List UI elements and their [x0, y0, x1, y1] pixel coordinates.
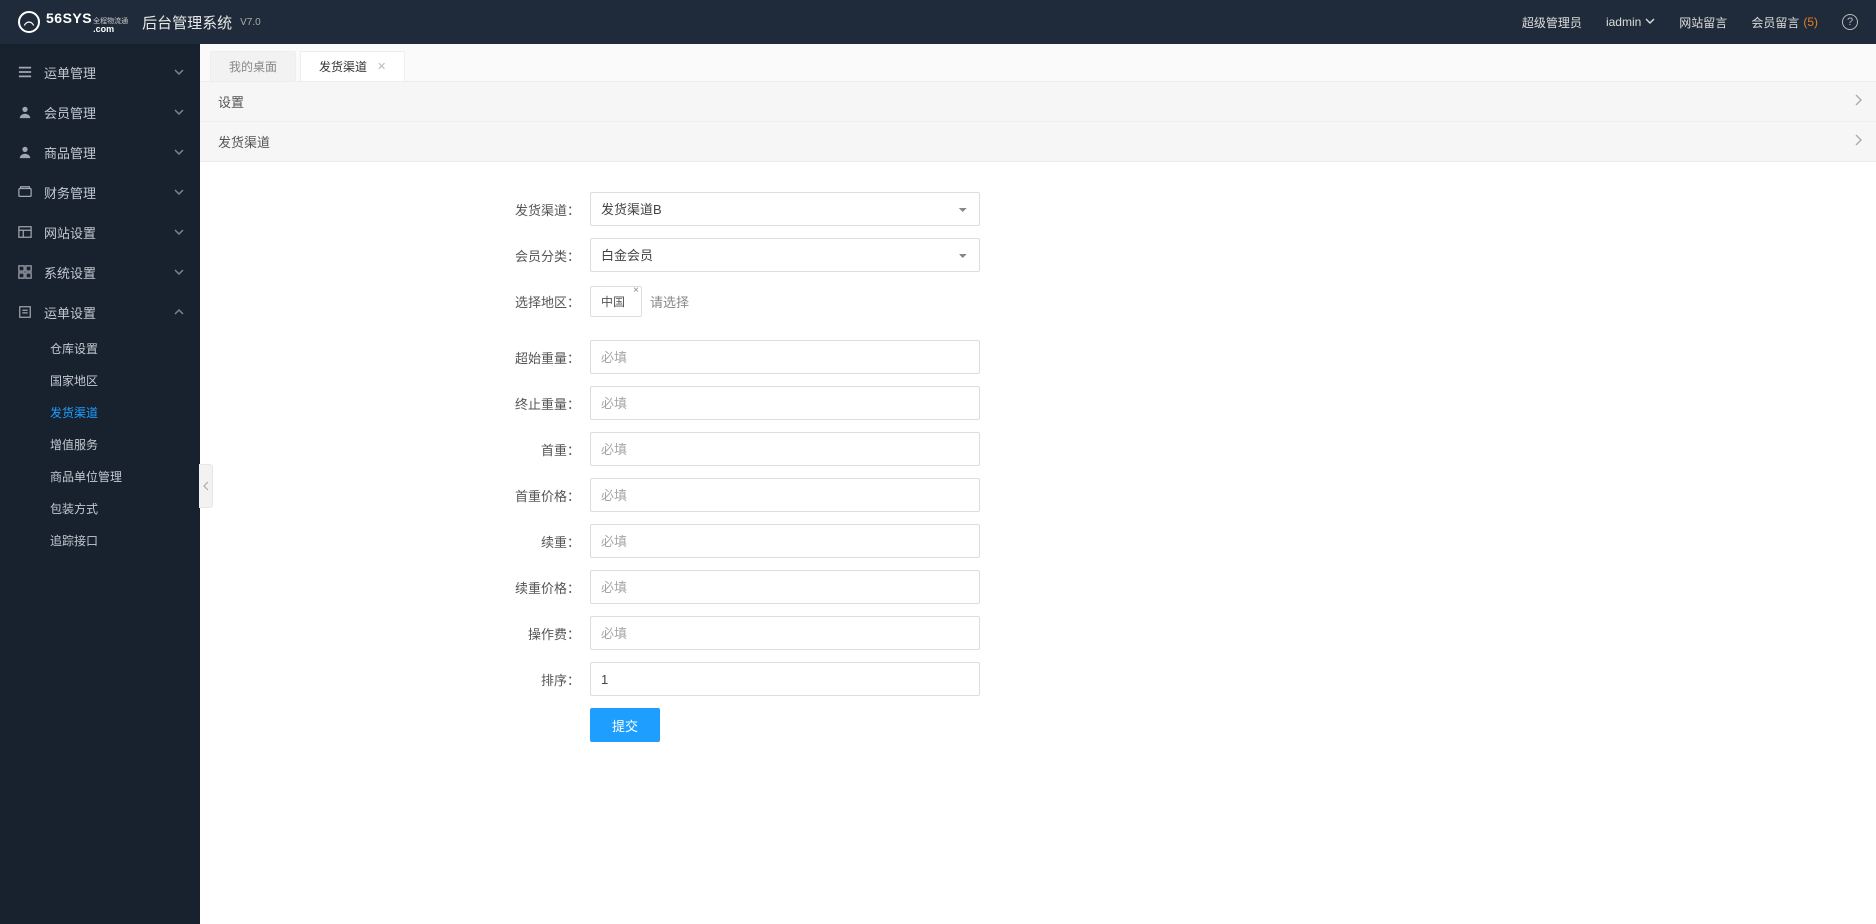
- sidebar: 运单管理 会员管理 商品管理 财务管理 网站设置 系统设置: [0, 44, 200, 924]
- chevron-down-icon: [174, 105, 184, 120]
- logo[interactable]: 56SYS 全程物流通 .com: [18, 11, 128, 34]
- submit-button[interactable]: 提交: [590, 708, 660, 742]
- sidebar-item-product-mgmt[interactable]: 商品管理: [0, 132, 200, 172]
- channel-label: 发货渠道：: [200, 200, 590, 219]
- sidebar-item-system-setting[interactable]: 系统设置: [0, 252, 200, 292]
- top-header: 56SYS 全程物流通 .com 后台管理系统 V7.0 超级管理员 iadmi…: [0, 0, 1876, 44]
- tab-channel[interactable]: 发货渠道 ✕: [300, 51, 405, 81]
- chevron-right-icon: [1854, 94, 1862, 109]
- chevron-down-icon: [174, 185, 184, 200]
- first-price-label: 首重价格：: [200, 486, 590, 505]
- chevron-right-icon: [1854, 134, 1862, 149]
- cont-weight-input[interactable]: [590, 524, 980, 558]
- list-icon: [16, 65, 34, 79]
- member-cat-label: 会员分类：: [200, 246, 590, 265]
- sidebar-sub-pack[interactable]: 包装方式: [0, 492, 200, 524]
- channel-form: 发货渠道： 发货渠道B 会员分类： 白金会员 选择地区： 中国 × 请选择 超始…: [200, 162, 1876, 794]
- sort-label: 排序：: [200, 670, 590, 689]
- end-weight-input[interactable]: [590, 386, 980, 420]
- first-weight-label: 首重：: [200, 440, 590, 459]
- chevron-down-icon: [174, 65, 184, 80]
- end-weight-label: 终止重量：: [200, 394, 590, 413]
- start-weight-input[interactable]: [590, 340, 980, 374]
- panel-channel[interactable]: 发货渠道: [200, 122, 1876, 162]
- region-tag: 中国 ×: [590, 286, 642, 317]
- grid-icon: [16, 265, 34, 279]
- sidebar-item-order-mgmt[interactable]: 运单管理: [0, 52, 200, 92]
- sidebar-item-order-setting[interactable]: 运单设置: [0, 292, 200, 332]
- chevron-down-icon: [174, 145, 184, 160]
- panel-settings[interactable]: 设置: [200, 82, 1876, 122]
- app-version: V7.0: [240, 17, 261, 28]
- first-weight-input[interactable]: [590, 432, 980, 466]
- first-price-input[interactable]: [590, 478, 980, 512]
- site-message-link[interactable]: 网站留言: [1679, 14, 1727, 31]
- member-message-count: (5): [1803, 15, 1818, 29]
- chevron-down-icon: [174, 265, 184, 280]
- sidebar-collapse-toggle[interactable]: [199, 464, 213, 508]
- sidebar-item-member-mgmt[interactable]: 会员管理: [0, 92, 200, 132]
- main-area: 我的桌面 发货渠道 ✕ 设置 发货渠道 发货渠道： 发货渠道B 会员分类： 白金…: [200, 44, 1876, 924]
- tab-desktop[interactable]: 我的桌面: [210, 51, 296, 81]
- cont-price-input[interactable]: [590, 570, 980, 604]
- sidebar-item-finance-mgmt[interactable]: 财务管理: [0, 172, 200, 212]
- chevron-down-icon: [1645, 15, 1655, 29]
- user-icon: [16, 145, 34, 159]
- brand-main: 56SYS: [46, 11, 92, 25]
- member-cat-select[interactable]: 白金会员: [590, 238, 980, 272]
- user-menu[interactable]: iadmin: [1606, 15, 1655, 29]
- logo-icon: [18, 11, 40, 33]
- role-label: 超级管理员: [1522, 14, 1582, 31]
- close-icon[interactable]: ✕: [377, 60, 386, 73]
- channel-select[interactable]: 发货渠道B: [590, 192, 980, 226]
- region-label: 选择地区：: [200, 292, 590, 311]
- sidebar-sub-channel[interactable]: 发货渠道: [0, 396, 200, 428]
- brand-sub: .com: [93, 25, 128, 34]
- sidebar-sub-warehouse[interactable]: 仓库设置: [0, 332, 200, 364]
- remove-icon[interactable]: ×: [633, 285, 639, 296]
- sidebar-sub-unit[interactable]: 商品单位管理: [0, 460, 200, 492]
- op-fee-input[interactable]: [590, 616, 980, 650]
- sidebar-item-site-setting[interactable]: 网站设置: [0, 212, 200, 252]
- chevron-up-icon: [174, 305, 184, 320]
- user-name: iadmin: [1606, 15, 1641, 29]
- region-prompt[interactable]: 请选择: [650, 292, 689, 311]
- help-icon[interactable]: ?: [1842, 14, 1858, 30]
- start-weight-label: 超始重量：: [200, 348, 590, 367]
- wallet-icon: [16, 185, 34, 199]
- sidebar-sub-vas[interactable]: 增值服务: [0, 428, 200, 460]
- member-message-link[interactable]: 会员留言 (5): [1751, 14, 1818, 31]
- list-icon: [16, 305, 34, 319]
- user-icon: [16, 105, 34, 119]
- op-fee-label: 操作费：: [200, 624, 590, 643]
- sidebar-sub-track[interactable]: 追踪接口: [0, 524, 200, 556]
- cont-weight-label: 续重：: [200, 532, 590, 551]
- tab-bar: 我的桌面 发货渠道 ✕: [200, 44, 1876, 82]
- layout-icon: [16, 225, 34, 239]
- sidebar-sub-country[interactable]: 国家地区: [0, 364, 200, 396]
- chevron-down-icon: [174, 225, 184, 240]
- sort-input[interactable]: [590, 662, 980, 696]
- app-title: 后台管理系统: [142, 12, 232, 33]
- cont-price-label: 续重价格：: [200, 578, 590, 597]
